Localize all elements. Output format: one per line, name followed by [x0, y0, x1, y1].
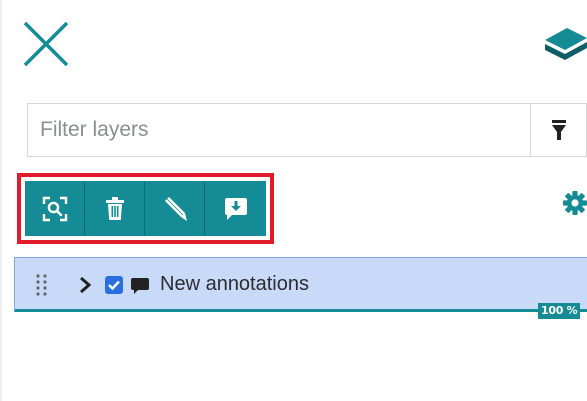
layers-button[interactable]	[541, 24, 587, 66]
chevron-right-icon	[80, 276, 92, 294]
layer-progress-bar	[15, 309, 587, 312]
filter-button[interactable]	[531, 104, 587, 156]
zoom-to-layer-button[interactable]	[25, 181, 85, 236]
edit-layer-button[interactable]	[145, 181, 205, 236]
layer-toolbar	[25, 181, 266, 236]
gear-icon	[563, 191, 587, 215]
close-icon	[23, 21, 69, 67]
comment-icon	[131, 278, 149, 294]
layer-name: New annotations	[160, 273, 309, 295]
drag-handle[interactable]	[35, 273, 49, 297]
drag-handle-icon	[36, 274, 47, 296]
filter-layers-box	[27, 103, 587, 157]
layers-icon	[545, 28, 587, 60]
zoom-to-extent-icon	[42, 196, 67, 221]
import-annotations-button[interactable]	[205, 181, 266, 236]
progress-badge: 100 %	[538, 303, 581, 319]
settings-button[interactable]	[562, 190, 587, 216]
close-button[interactable]	[22, 20, 70, 68]
filter-layers-input[interactable]	[28, 104, 528, 156]
pencil-icon	[164, 196, 187, 221]
delete-layer-button[interactable]	[85, 181, 145, 236]
trash-icon	[105, 196, 124, 220]
funnel-icon	[552, 120, 566, 140]
annotation-layer-type-icon	[130, 277, 150, 295]
panel-left-border	[0, 0, 2, 401]
checkmark-icon	[108, 280, 120, 291]
expand-layer-toggle[interactable]	[78, 275, 92, 295]
layer-row[interactable]: New annotations	[14, 257, 587, 312]
comment-download-icon	[224, 197, 247, 220]
layer-visibility-checkbox[interactable]	[105, 276, 123, 294]
layers-panel: New annotations 100 %	[0, 0, 587, 401]
